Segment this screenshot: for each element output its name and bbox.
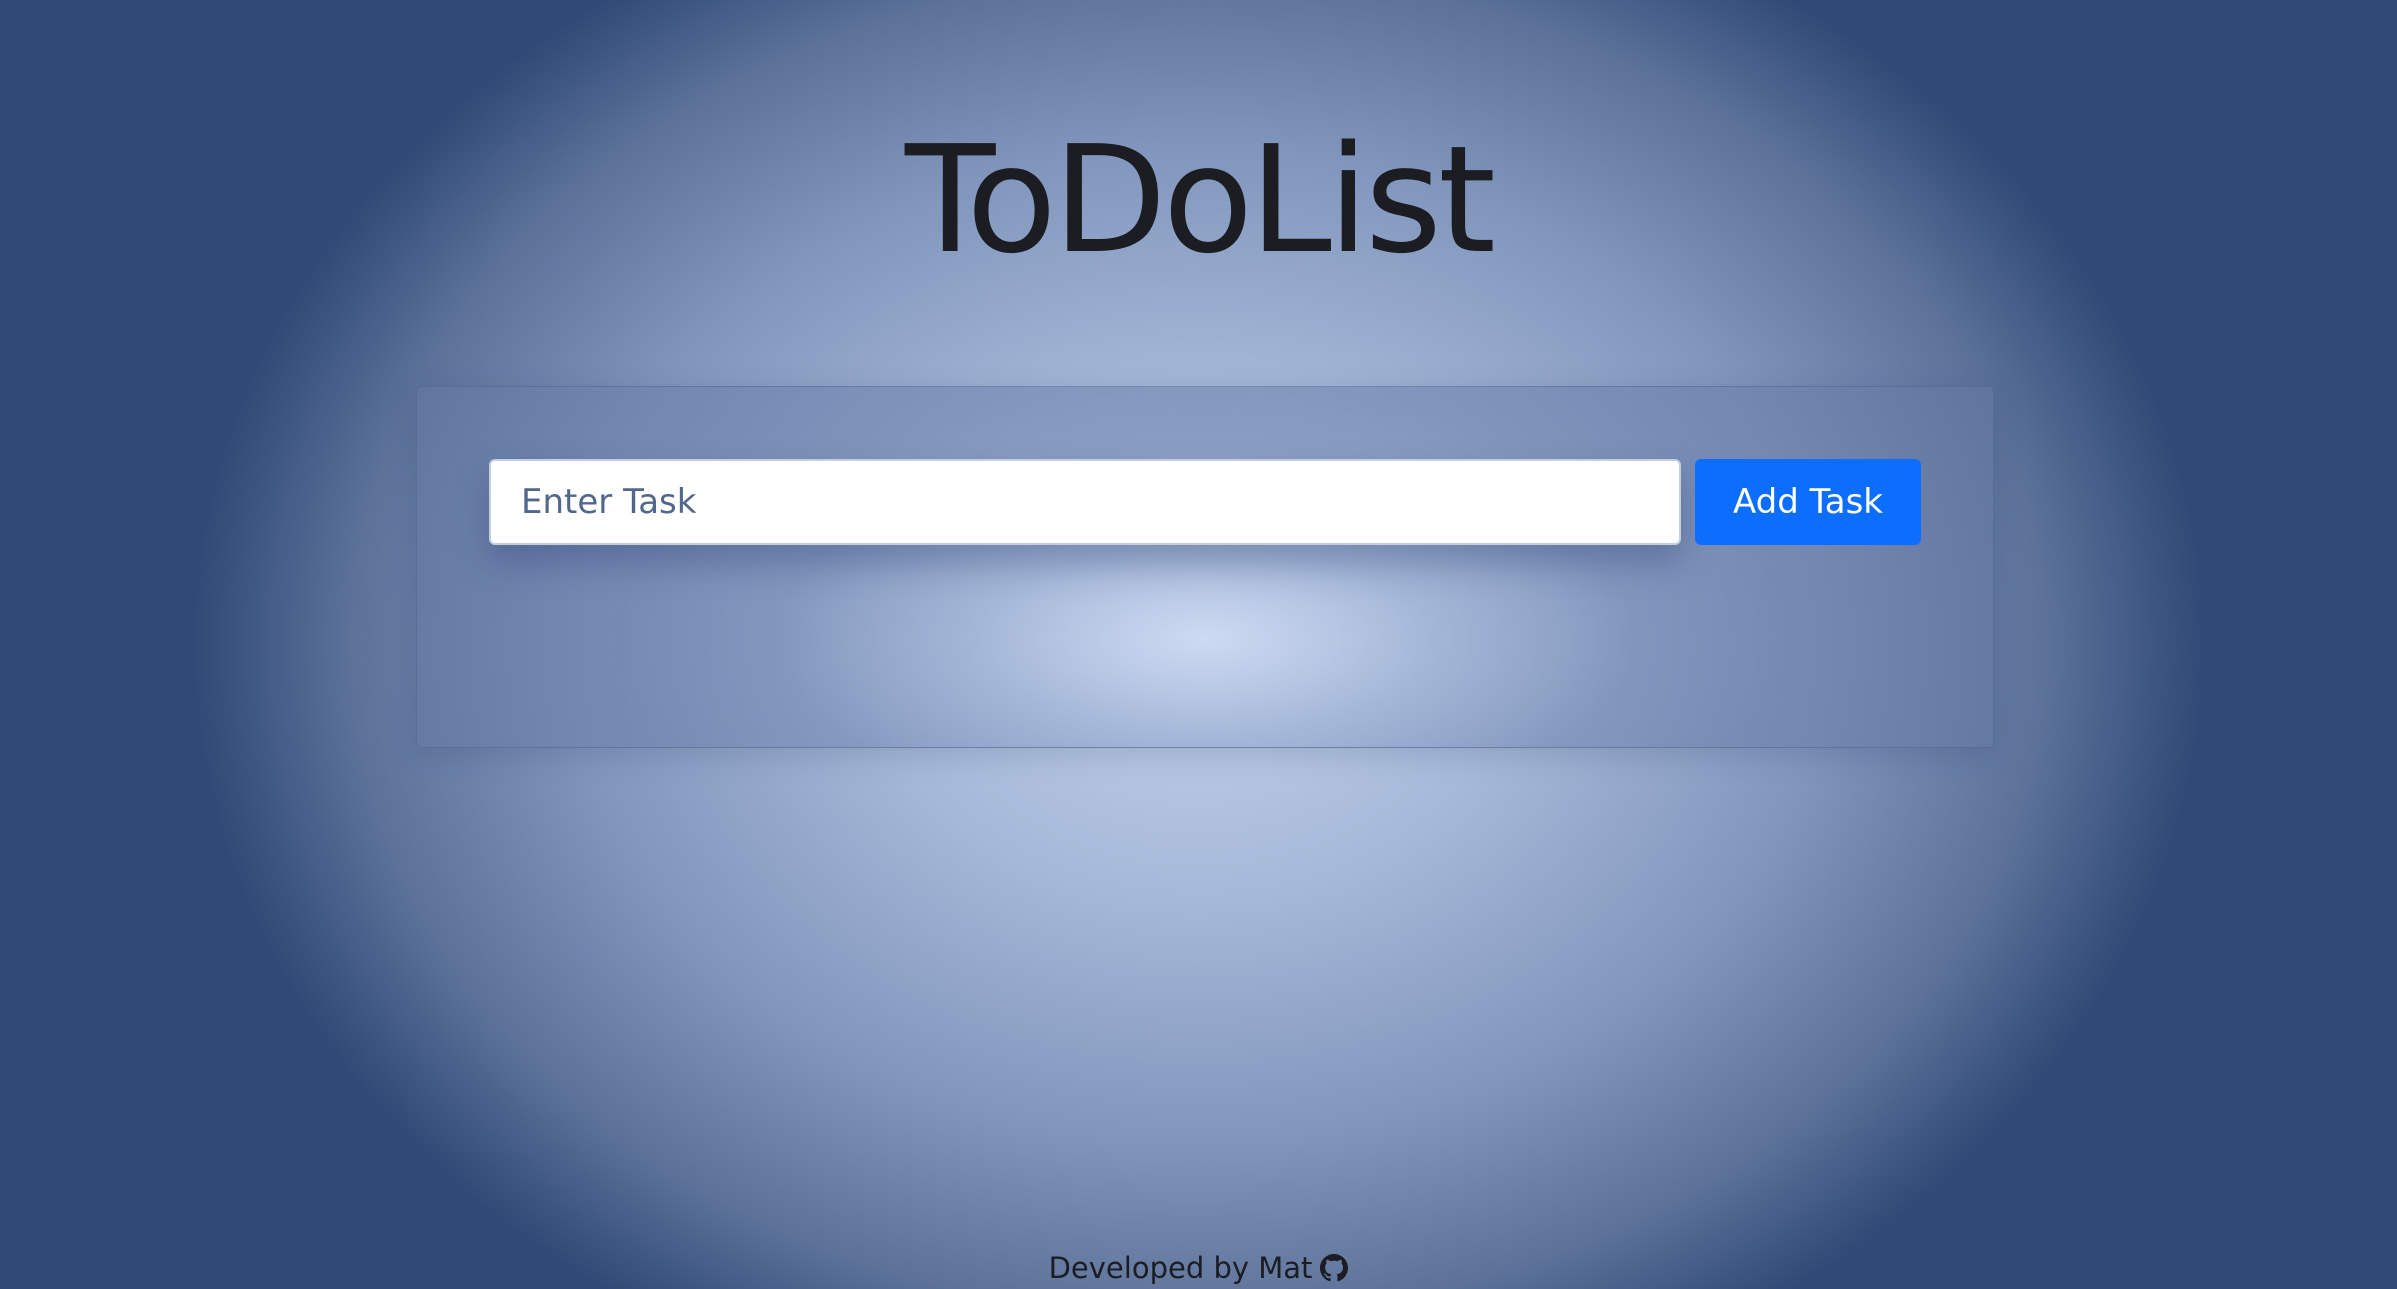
github-icon[interactable]	[1320, 1252, 1349, 1282]
add-task-button[interactable]: Add Task	[1695, 459, 1921, 545]
page-title: ToDoList	[904, 114, 1496, 286]
task-input-row: Add Task	[489, 459, 1921, 545]
todo-card: Add Task	[416, 386, 1994, 748]
footer-credit: Developed by Mat	[1048, 1251, 1313, 1285]
task-list	[489, 577, 1921, 707]
footer: Developed by Mat	[0, 1248, 2397, 1288]
task-input[interactable]	[489, 459, 1681, 545]
